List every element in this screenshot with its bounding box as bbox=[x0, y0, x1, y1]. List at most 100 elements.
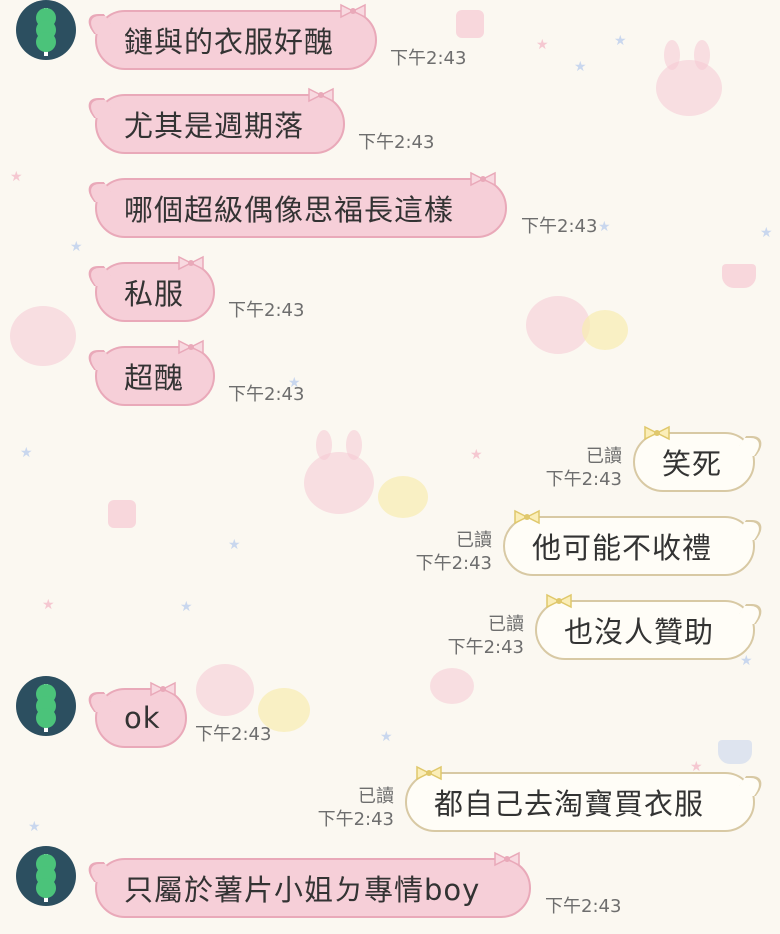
bubble-tail bbox=[731, 436, 771, 456]
message-text: 都自己去淘寶買衣服 bbox=[434, 787, 705, 821]
ribbon-bow-icon bbox=[178, 339, 204, 355]
ribbon-bow-icon bbox=[494, 851, 520, 867]
chick-illustration bbox=[582, 310, 628, 350]
ribbon-bow-icon bbox=[150, 681, 176, 697]
bunny-illustration bbox=[304, 452, 374, 514]
cupcake-illustration bbox=[456, 10, 484, 38]
message-time: 下午2:43 bbox=[228, 300, 305, 321]
bubble-tail bbox=[79, 14, 119, 34]
message-text: 超醜 bbox=[124, 361, 185, 395]
message-text: 他可能不收禮 bbox=[532, 531, 713, 565]
bubble-tail bbox=[79, 266, 119, 286]
star-icon: ★ bbox=[180, 599, 193, 615]
message-text: 笑死 bbox=[662, 447, 723, 481]
message-time: 下午2:43 bbox=[195, 724, 272, 745]
message-meta: 已讀 下午2:43 bbox=[318, 785, 394, 831]
message-time: 下午2:43 bbox=[358, 132, 435, 153]
cup-illustration bbox=[718, 740, 752, 764]
ribbon-bow-icon bbox=[546, 593, 572, 609]
read-receipt: 已讀 bbox=[358, 786, 394, 807]
bunny-illustration bbox=[10, 306, 76, 366]
bunny-illustration bbox=[316, 430, 332, 460]
bubble-tail bbox=[731, 776, 771, 796]
message-text: 鏈與的衣服好醜 bbox=[124, 25, 335, 59]
message-time: 下午2:43 bbox=[415, 553, 492, 574]
chick-illustration bbox=[378, 476, 428, 518]
contact-avatar[interactable] bbox=[16, 846, 76, 906]
star-icon: ★ bbox=[42, 597, 55, 613]
message-meta: 已讀 下午2:43 bbox=[448, 613, 524, 659]
bunny-illustration bbox=[346, 430, 362, 460]
star-icon: ★ bbox=[470, 447, 483, 463]
bubble-tail bbox=[79, 98, 119, 118]
incoming-message-bubble[interactable]: ok bbox=[79, 681, 187, 748]
incoming-message-bubble[interactable]: 超醜 bbox=[79, 339, 215, 406]
tanghulu-icon bbox=[36, 854, 56, 902]
ribbon-bow-icon bbox=[178, 255, 204, 271]
message-text: 私服 bbox=[124, 277, 185, 311]
message-text: ok bbox=[124, 701, 161, 735]
outgoing-message-bubble[interactable]: 笑死 bbox=[633, 425, 771, 492]
message-text: 哪個超級偶像思福長這樣 bbox=[124, 193, 455, 227]
outgoing-message-bubble[interactable]: 也沒人贊助 bbox=[535, 593, 771, 660]
message-text: 也沒人贊助 bbox=[564, 615, 715, 649]
bunny-illustration bbox=[430, 668, 474, 704]
chat-area[interactable]: ★ ★ ★ ★ ★ ★ ★ ★ ★ ★ ★ ★ ★ ★ ★ ★ ★ 鏈與的衣服好… bbox=[0, 0, 780, 934]
bunny-illustration bbox=[694, 40, 710, 70]
message-time: 下午2:43 bbox=[390, 48, 467, 69]
incoming-message-bubble[interactable]: 只屬於薯片小姐ㄉ專情boy bbox=[79, 851, 531, 918]
message-text: 只屬於薯片小姐ㄉ專情boy bbox=[124, 873, 481, 907]
contact-avatar[interactable] bbox=[16, 676, 76, 736]
ribbon-bow-icon bbox=[644, 425, 670, 441]
ribbon-bow-icon bbox=[308, 87, 334, 103]
star-icon: ★ bbox=[598, 219, 611, 235]
bubble-tail bbox=[79, 862, 119, 882]
message-text: 尤其是週期落 bbox=[124, 109, 305, 143]
message-time: 下午2:43 bbox=[228, 384, 305, 405]
cupcake-illustration bbox=[108, 500, 136, 528]
contact-avatar[interactable] bbox=[16, 0, 76, 60]
read-receipt: 已讀 bbox=[456, 530, 492, 551]
star-icon: ★ bbox=[740, 653, 753, 669]
star-icon: ★ bbox=[228, 537, 241, 553]
read-receipt: 已讀 bbox=[488, 614, 524, 635]
star-icon: ★ bbox=[70, 239, 83, 255]
bunny-illustration bbox=[656, 60, 722, 116]
ribbon-bow-icon bbox=[514, 509, 540, 525]
star-icon: ★ bbox=[380, 729, 393, 745]
ribbon-bow-icon bbox=[416, 765, 442, 781]
bunny-illustration bbox=[196, 664, 254, 716]
message-meta: 已讀 下午2:43 bbox=[416, 529, 492, 575]
bubble-tail bbox=[79, 350, 119, 370]
incoming-message-bubble[interactable]: 尤其是週期落 bbox=[79, 87, 345, 154]
incoming-message-bubble[interactable]: 哪個超級偶像思福長這樣 bbox=[79, 171, 507, 238]
tanghulu-icon bbox=[36, 684, 56, 732]
star-icon: ★ bbox=[10, 169, 23, 185]
incoming-message-bubble[interactable]: 私服 bbox=[79, 255, 215, 322]
message-time: 下午2:43 bbox=[545, 896, 622, 917]
star-icon: ★ bbox=[760, 225, 773, 241]
tanghulu-icon bbox=[36, 8, 56, 56]
star-icon: ★ bbox=[536, 37, 549, 53]
star-icon: ★ bbox=[614, 33, 627, 49]
cup-illustration bbox=[722, 264, 756, 288]
star-icon: ★ bbox=[20, 445, 33, 461]
bunny-illustration bbox=[664, 40, 680, 70]
bubble-tail bbox=[79, 182, 119, 202]
ribbon-bow-icon bbox=[340, 3, 366, 19]
bubble-tail bbox=[79, 692, 119, 712]
outgoing-message-bubble[interactable]: 都自己去淘寶買衣服 bbox=[405, 765, 771, 832]
bubble-tail bbox=[731, 604, 771, 624]
message-meta: 已讀 下午2:43 bbox=[546, 445, 622, 491]
read-receipt: 已讀 bbox=[586, 446, 622, 467]
message-time: 下午2:43 bbox=[521, 216, 598, 237]
star-icon: ★ bbox=[574, 59, 587, 75]
message-time: 下午2:43 bbox=[317, 809, 394, 830]
bubble-tail bbox=[731, 520, 771, 540]
message-time: 下午2:43 bbox=[447, 637, 524, 658]
star-icon: ★ bbox=[28, 819, 41, 835]
incoming-message-bubble[interactable]: 鏈與的衣服好醜 bbox=[79, 3, 377, 70]
ribbon-bow-icon bbox=[470, 171, 496, 187]
outgoing-message-bubble[interactable]: 他可能不收禮 bbox=[503, 509, 771, 576]
message-time: 下午2:43 bbox=[545, 469, 622, 490]
